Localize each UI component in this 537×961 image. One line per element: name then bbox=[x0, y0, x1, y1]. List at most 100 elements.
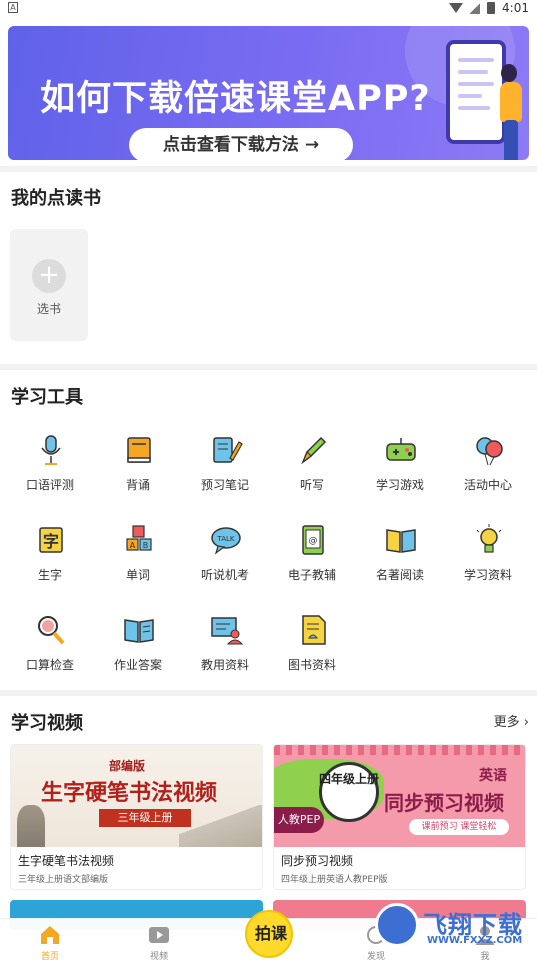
wifi-icon bbox=[449, 3, 464, 13]
banner-decoration bbox=[12, 36, 30, 146]
signal-icon bbox=[470, 2, 481, 14]
tool-item[interactable]: 学习资料 bbox=[448, 522, 526, 594]
more-label: 更多 bbox=[493, 715, 520, 730]
tool-item[interactable]: TALK 听说机考 bbox=[185, 522, 263, 594]
tool-item[interactable]: 活动中心 bbox=[448, 432, 526, 504]
svg-text:@: @ bbox=[309, 536, 318, 546]
home-icon bbox=[41, 926, 59, 944]
videos-title: 学习视频 bbox=[11, 713, 83, 734]
capture-label: 拍课 bbox=[254, 924, 287, 943]
magnifier-icon bbox=[38, 616, 65, 645]
add-book-card[interactable]: + 选书 bbox=[10, 229, 88, 341]
tool-item[interactable]: 听写 bbox=[272, 432, 350, 504]
thumb-pill: 课前预习 课堂轻松 bbox=[409, 819, 509, 835]
thumb-title: 同步预习视频 bbox=[384, 791, 504, 815]
add-book-label: 选书 bbox=[36, 302, 61, 316]
tool-label: 电子教辅 bbox=[287, 568, 336, 582]
tool-label: 作业答案 bbox=[113, 658, 162, 672]
tool-item[interactable]: A B 单词 bbox=[98, 522, 176, 594]
tool-item[interactable]: 名著阅读 bbox=[360, 522, 438, 594]
nav-label: 首页 bbox=[40, 952, 59, 961]
tools-title: 学习工具 bbox=[11, 387, 83, 408]
video-thumbnail: 部编版 生字硬笔书法视频 三年级上册 bbox=[11, 745, 262, 847]
person-illustration-icon bbox=[501, 64, 517, 82]
videos-more-link[interactable]: 更多 › bbox=[494, 711, 529, 730]
battery-icon bbox=[487, 2, 496, 14]
tool-label: 听写 bbox=[299, 478, 324, 492]
microphone-icon bbox=[41, 435, 61, 465]
tool-item[interactable]: @ 电子教辅 bbox=[272, 522, 350, 594]
video-subtitle: 三年级上册语文部编版 bbox=[18, 875, 109, 885]
tool-label: 名著阅读 bbox=[375, 568, 424, 582]
tool-label: 图书资料 bbox=[287, 658, 336, 672]
tool-item[interactable]: 字生字 bbox=[10, 522, 88, 594]
tool-label: 活动中心 bbox=[463, 478, 512, 492]
plus-icon: + bbox=[32, 259, 66, 293]
tool-label: 背诵 bbox=[125, 478, 150, 492]
nav-video[interactable]: 视频 bbox=[129, 925, 189, 961]
tool-item[interactable]: 背诵 bbox=[98, 432, 176, 504]
notebook-pen-icon bbox=[213, 437, 243, 463]
teacher-board-icon bbox=[211, 617, 244, 645]
tool-item[interactable]: 作业答案 bbox=[98, 612, 176, 684]
tool-item[interactable]: 教用资料 bbox=[185, 612, 263, 684]
video-subtitle: 四年级上册英语人教PEP版 bbox=[281, 875, 388, 885]
video-card-preview[interactable]: 四年级上册 人教PEP 英语 同步预习视频 课前预习 课堂轻松 同步预习视频 四… bbox=[273, 744, 526, 890]
tree-decoration bbox=[17, 805, 45, 847]
thumb-badge: 部编版 bbox=[109, 759, 146, 773]
lightbulb-icon bbox=[476, 524, 502, 553]
phone-illustration-icon bbox=[446, 40, 506, 144]
tool-item[interactable]: 口语评测 bbox=[10, 432, 88, 504]
tool-label: 预习笔记 bbox=[200, 478, 249, 492]
svg-text:TALK: TALK bbox=[216, 535, 234, 543]
video-play-icon bbox=[149, 927, 169, 943]
video-title: 同步预习视频 bbox=[281, 854, 354, 868]
watermark-logo-icon bbox=[375, 903, 419, 947]
document-icon bbox=[302, 615, 326, 645]
chevron-right-icon: › bbox=[523, 715, 529, 730]
book-icon bbox=[127, 437, 151, 463]
answer-book-icon bbox=[124, 619, 154, 643]
svg-text:A: A bbox=[130, 541, 136, 550]
video-thumbnail: 四年级上册 人教PEP 英语 同步预习视频 课前预习 课堂轻松 bbox=[274, 745, 525, 847]
section-divider bbox=[0, 690, 537, 696]
tool-item[interactable]: 学习游戏 bbox=[360, 432, 438, 504]
tool-item[interactable]: 预习笔记 bbox=[185, 432, 263, 504]
tool-item[interactable]: 口算检查 bbox=[10, 612, 88, 684]
my-books-title: 我的点读书 bbox=[11, 188, 101, 209]
thumb-grade: 四年级上册 bbox=[319, 772, 380, 786]
mountain-decoration bbox=[179, 805, 262, 847]
video-card-calligraphy[interactable]: 部编版 生字硬笔书法视频 三年级上册 生字硬笔书法视频 三年级上册语文部编版 bbox=[10, 744, 263, 890]
tool-label: 学习资料 bbox=[463, 568, 512, 582]
thumb-ribbon: 三年级上册 bbox=[99, 809, 191, 827]
thumb-title: 生字硬笔书法视频 bbox=[41, 781, 218, 806]
tool-label: 听说机考 bbox=[200, 568, 249, 582]
notification-icon: A bbox=[8, 2, 18, 13]
tool-label: 生字 bbox=[37, 568, 62, 582]
nav-home[interactable]: 首页 bbox=[20, 925, 80, 961]
nav-label: 视频 bbox=[149, 952, 168, 961]
gamepad-icon bbox=[386, 438, 416, 461]
status-bar: A 4:01 bbox=[0, 0, 537, 16]
tool-label: 教用资料 bbox=[200, 658, 249, 672]
status-time: 4:01 bbox=[502, 1, 529, 15]
tool-label: 口算检查 bbox=[25, 658, 74, 672]
site-watermark: 飞翔下载 WWW.FXXZ.COM bbox=[375, 903, 530, 961]
svg-text:B: B bbox=[143, 541, 149, 550]
download-banner[interactable]: 如何下载倍速课堂APP? 点击查看下载方法 → bbox=[8, 26, 529, 160]
banner-title: 如何下载倍速课堂APP? bbox=[40, 79, 431, 119]
ebook-icon: @ bbox=[302, 525, 324, 555]
tool-item[interactable]: 图书资料 bbox=[272, 612, 350, 684]
thumb-subject: 英语 bbox=[479, 768, 507, 784]
thumb-pep-label: 人教PEP bbox=[274, 807, 324, 833]
balloons-icon bbox=[476, 437, 503, 466]
watermark-url: WWW.FXXZ.COM bbox=[427, 935, 523, 946]
letter-blocks-icon: AB bbox=[126, 525, 152, 551]
banner-download-button[interactable]: 点击查看下载方法 → bbox=[129, 128, 353, 160]
tool-label: 单词 bbox=[125, 568, 150, 582]
video-title: 生字硬笔书法视频 bbox=[18, 854, 115, 868]
nav-capture-button[interactable]: 拍课 bbox=[245, 910, 293, 958]
talk-bubble-icon: TALK bbox=[211, 527, 241, 555]
open-book-icon bbox=[386, 529, 416, 553]
svg-text:字: 字 bbox=[43, 532, 59, 551]
